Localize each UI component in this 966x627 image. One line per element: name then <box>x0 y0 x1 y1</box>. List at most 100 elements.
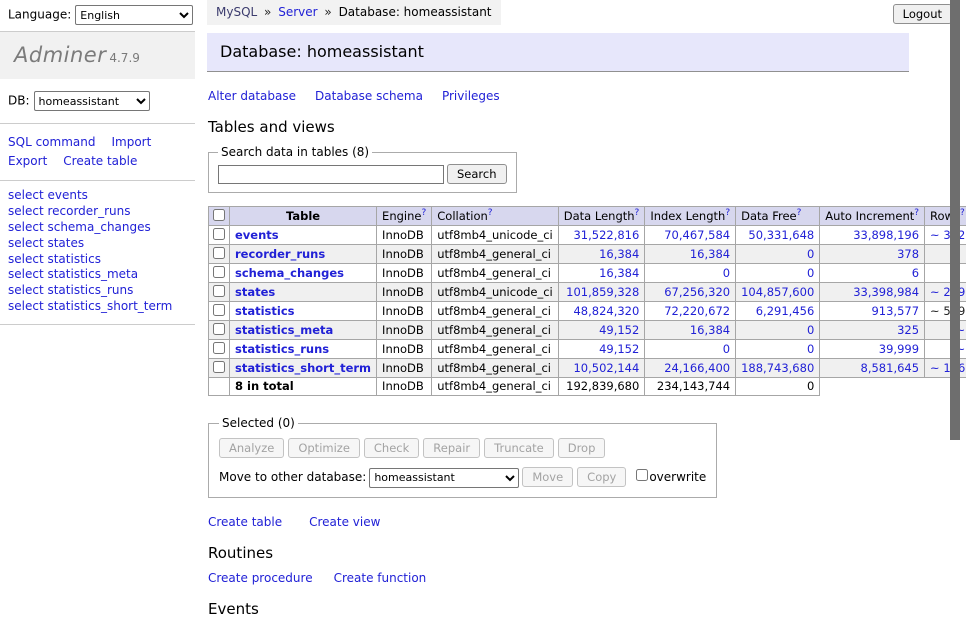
data-length-link[interactable]: 49,152 <box>599 323 639 337</box>
version-link[interactable]: 4.7.9 <box>109 51 140 65</box>
data-free-link[interactable]: 188,743,680 <box>741 361 814 375</box>
data-free-link[interactable]: 6,291,456 <box>756 304 815 318</box>
data-free-link[interactable]: 0 <box>807 342 814 356</box>
index-length-link[interactable]: 0 <box>723 342 730 356</box>
table-link-statistics-short-term[interactable]: statistics_short_term <box>235 361 371 375</box>
index-length-link[interactable]: 16,384 <box>690 323 730 337</box>
search-input[interactable] <box>218 165 444 184</box>
help-icon[interactable]: ? <box>635 208 640 218</box>
auto-increment-link[interactable]: 6 <box>912 266 919 280</box>
auto-increment-link[interactable]: 378 <box>897 247 919 261</box>
breadcrumb-server[interactable]: Server <box>278 5 317 19</box>
db-select[interactable]: homeassistant <box>34 91 150 111</box>
auto-increment-link[interactable]: 33,898,196 <box>853 228 919 242</box>
index-length-link[interactable]: 24,166,400 <box>664 361 730 375</box>
row-checkbox[interactable] <box>213 342 225 354</box>
data-free-link[interactable]: 0 <box>807 266 814 280</box>
auto-increment-link[interactable]: 39,999 <box>879 342 919 356</box>
data-free-link[interactable]: 0 <box>807 247 814 261</box>
copy-button[interactable]: Copy <box>577 467 626 487</box>
sidebar-link-import[interactable]: Import <box>111 135 151 149</box>
data-free-link[interactable]: 0 <box>807 323 814 337</box>
sidebar-link-sql-command[interactable]: SQL command <box>8 135 95 149</box>
help-icon[interactable]: ? <box>488 208 493 218</box>
sidebar-item-select-statistics-runs[interactable]: select statistics_runs <box>8 283 187 299</box>
optimize-button[interactable]: Optimize <box>288 438 360 458</box>
link-database-schema[interactable]: Database schema <box>315 89 423 103</box>
logout-button[interactable]: Logout <box>893 4 952 24</box>
row-checkbox[interactable] <box>213 304 225 316</box>
auto-increment-link[interactable]: 913,577 <box>871 304 919 318</box>
repair-button[interactable]: Repair <box>423 438 480 458</box>
language-select[interactable]: English <box>75 5 193 25</box>
index-length-link[interactable]: 16,384 <box>690 247 730 261</box>
row-checkbox[interactable] <box>213 266 225 278</box>
help-icon[interactable]: ? <box>797 208 802 218</box>
index-length-link[interactable]: 0 <box>723 266 730 280</box>
table-row: statistics_runsInnoDButf8mb4_general_ci4… <box>209 340 966 359</box>
page-title: Database: homeassistant <box>207 33 909 72</box>
sidebar-item-select-statistics-short-term[interactable]: select statistics_short_term <box>8 299 187 315</box>
table-link-statistics-runs[interactable]: statistics_runs <box>235 342 329 356</box>
data-length-link[interactable]: 16,384 <box>599 247 639 261</box>
data-length-link[interactable]: 48,824,320 <box>573 304 639 318</box>
search-button[interactable]: Search <box>447 164 507 184</box>
drop-button[interactable]: Drop <box>558 438 606 458</box>
link-create-table[interactable]: Create table <box>208 515 282 529</box>
row-checkbox[interactable] <box>213 228 225 240</box>
sidebar-item-select-schema-changes[interactable]: select schema_changes <box>8 220 187 236</box>
row-checkbox[interactable] <box>213 247 225 259</box>
scrollbar[interactable] <box>949 0 961 543</box>
sidebar: Language:English Adminer4.7.9 DB:homeass… <box>0 0 195 325</box>
sidebar-link-create-table[interactable]: Create table <box>63 154 137 168</box>
link-create-procedure[interactable]: Create procedure <box>208 571 313 585</box>
table-link-states[interactable]: states <box>235 285 275 299</box>
table-link-statistics-meta[interactable]: statistics_meta <box>235 323 333 337</box>
link-privileges[interactable]: Privileges <box>442 89 500 103</box>
move-db-select[interactable]: homeassistant <box>369 468 519 488</box>
row-checkbox[interactable] <box>213 285 225 297</box>
data-free-link[interactable]: 104,857,600 <box>741 285 814 299</box>
data-length-link[interactable]: 16,384 <box>599 266 639 280</box>
scrollbar-thumb[interactable] <box>950 0 960 440</box>
data-length-link[interactable]: 49,152 <box>599 342 639 356</box>
sidebar-item-select-recorder-runs[interactable]: select recorder_runs <box>8 204 187 220</box>
data-length-link[interactable]: 31,522,816 <box>573 228 639 242</box>
auto-increment-link[interactable]: 33,398,984 <box>853 285 919 299</box>
sidebar-item-select-events[interactable]: select events <box>8 188 187 204</box>
help-icon[interactable]: ? <box>725 208 730 218</box>
data-length-link[interactable]: 10,502,144 <box>573 361 639 375</box>
table-link-statistics[interactable]: statistics <box>235 304 295 318</box>
sidebar-item-select-statistics[interactable]: select statistics <box>8 252 187 268</box>
check-button[interactable]: Check <box>364 438 419 458</box>
select-all-checkbox[interactable] <box>213 209 225 221</box>
help-icon[interactable]: ? <box>421 208 426 218</box>
table-link-events[interactable]: events <box>235 228 279 242</box>
breadcrumb-mysql[interactable]: MySQL <box>216 5 257 19</box>
auto-increment-link[interactable]: 325 <box>897 323 919 337</box>
sidebar-item-select-statistics-meta[interactable]: select statistics_meta <box>8 267 187 283</box>
link-alter-database[interactable]: Alter database <box>208 89 296 103</box>
table-link-schema-changes[interactable]: schema_changes <box>235 266 344 280</box>
analyze-button[interactable]: Analyze <box>219 438 284 458</box>
data-length-link[interactable]: 101,859,328 <box>566 285 639 299</box>
index-length-link[interactable]: 67,256,320 <box>664 285 730 299</box>
engine-cell: InnoDB <box>377 226 432 245</box>
help-icon[interactable]: ? <box>914 208 919 218</box>
sidebar-item-select-states[interactable]: select states <box>8 236 187 252</box>
row-checkbox[interactable] <box>213 361 225 373</box>
overwrite-checkbox[interactable] <box>636 469 648 481</box>
link-create-function[interactable]: Create function <box>334 571 427 585</box>
data-free-link[interactable]: 50,331,648 <box>748 228 814 242</box>
link-create-view[interactable]: Create view <box>309 515 380 529</box>
move-button[interactable]: Move <box>522 467 573 487</box>
db-nav-links: Alter database Database schema Privileges <box>208 89 909 103</box>
index-length-link[interactable]: 72,220,672 <box>664 304 730 318</box>
index-length-link[interactable]: 70,467,584 <box>664 228 730 242</box>
row-checkbox[interactable] <box>213 323 225 335</box>
truncate-button[interactable]: Truncate <box>484 438 554 458</box>
auto-increment-link[interactable]: 8,581,645 <box>861 361 920 375</box>
sidebar-link-export[interactable]: Export <box>8 154 47 168</box>
table-link-recorder-runs[interactable]: recorder_runs <box>235 247 325 261</box>
move-label: Move to other database: <box>219 470 366 484</box>
